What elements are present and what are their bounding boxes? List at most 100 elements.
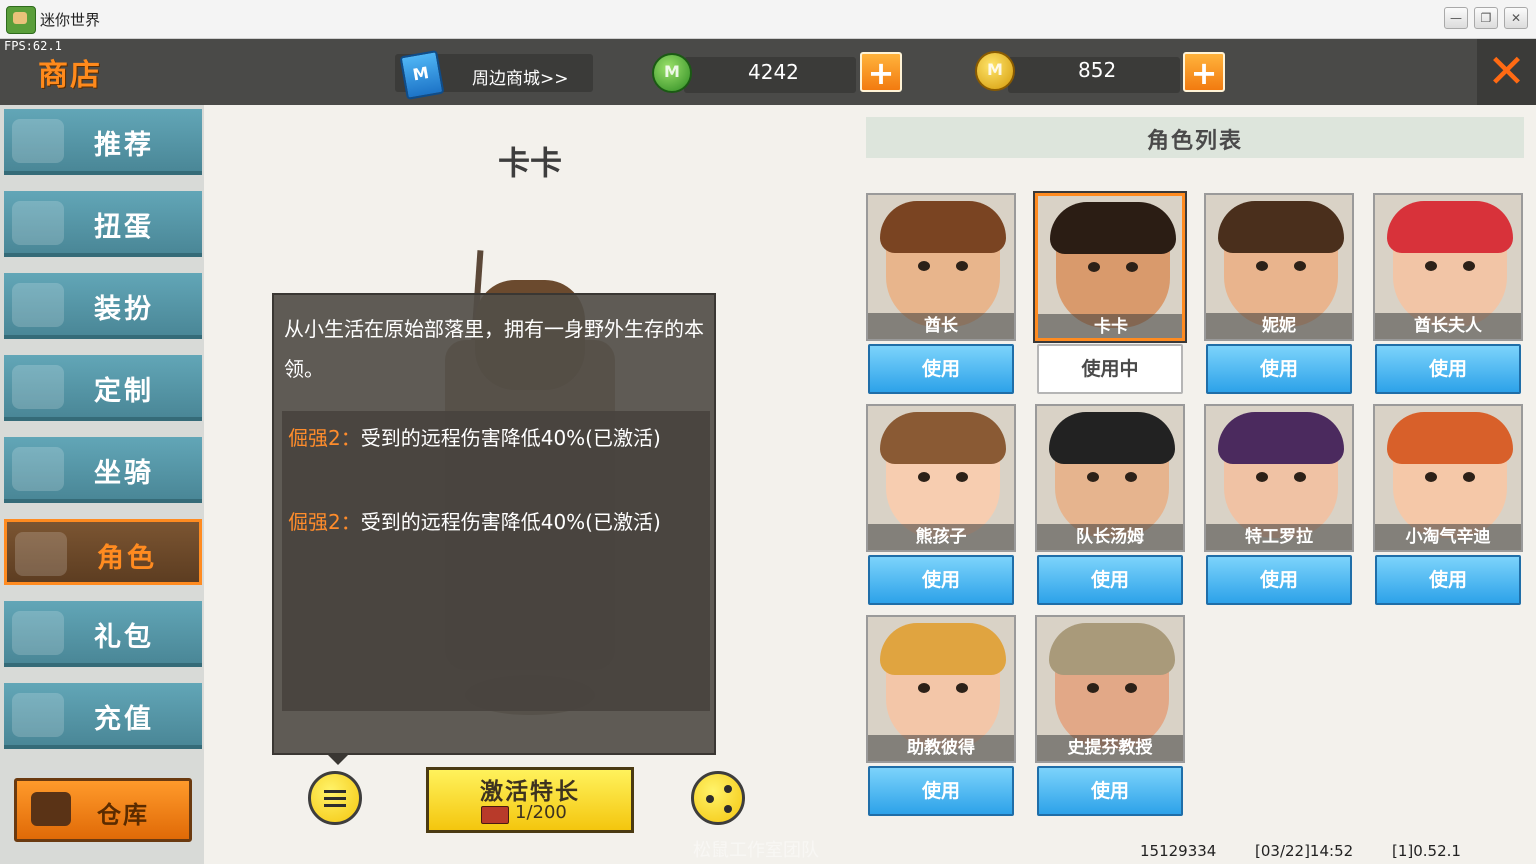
use-button[interactable]: 使用 <box>1037 555 1183 605</box>
sidebar-item-character[interactable]: 角色 <box>4 519 202 585</box>
role-name: 助教彼得 <box>868 735 1014 761</box>
role-card[interactable]: 酋长 使用 <box>866 193 1016 404</box>
role-name: 妮妮 <box>1206 313 1352 339</box>
role-name: 卡卡 <box>1038 314 1182 338</box>
role-portrait[interactable]: 熊孩子 <box>866 404 1016 552</box>
activate-specialty-button[interactable]: 激活特长 1/200 <box>426 767 634 833</box>
mount-icon <box>12 447 64 491</box>
portrait-eye <box>918 261 930 271</box>
shirt-icon <box>12 283 64 327</box>
maximize-button[interactable]: ❐ <box>1474 7 1498 29</box>
mini-coin-icon <box>975 51 1015 91</box>
sidebar-item-mount[interactable]: 坐骑 <box>4 437 202 503</box>
minimize-button[interactable]: — <box>1444 7 1468 29</box>
use-button[interactable]: 使用 <box>868 555 1014 605</box>
sidebar-item-label: 装扮 <box>94 294 154 325</box>
skill-item: 倔强2：受到的远程伤害降低40%(已激活) <box>288 501 698 543</box>
character-name: 卡卡 <box>497 144 562 182</box>
portrait-eye <box>1294 261 1306 271</box>
role-card[interactable]: 特工罗拉 使用 <box>1204 404 1354 615</box>
role-portrait[interactable]: 队长汤姆 <box>1035 404 1185 552</box>
role-card[interactable]: 史提芬教授 使用 <box>1035 615 1185 826</box>
portrait-hair <box>1050 202 1176 254</box>
role-portrait[interactable]: 妮妮 <box>1204 193 1354 341</box>
role-name: 队长汤姆 <box>1037 524 1183 550</box>
sidebar-item-recharge[interactable]: 充值 <box>4 683 202 749</box>
role-card[interactable]: 熊孩子 使用 <box>866 404 1016 615</box>
shop-close-button[interactable]: ✕ <box>1477 39 1536 105</box>
role-portrait[interactable]: 特工罗拉 <box>1204 404 1354 552</box>
role-name: 小淘气辛迪 <box>1375 524 1521 550</box>
version-label: [1]0.52.1 <box>1392 842 1461 860</box>
role-portrait[interactable]: 助教彼得 <box>866 615 1016 763</box>
portrait-hair <box>1387 201 1513 253</box>
skill-tag: 倔强2： <box>288 510 361 534</box>
list-icon <box>324 790 346 793</box>
sidebar-item-label: 礼包 <box>94 622 154 653</box>
role-name: 特工罗拉 <box>1206 524 1352 550</box>
use-button[interactable]: 使用 <box>1037 766 1183 816</box>
use-button[interactable]: 使用 <box>1375 344 1521 394</box>
portrait-eye <box>1126 262 1138 272</box>
warehouse-button[interactable]: 仓库 <box>14 778 192 842</box>
portrait-hair <box>880 623 1006 675</box>
use-button[interactable]: 使用 <box>868 766 1014 816</box>
server-time: [03/22]14:52 <box>1255 842 1354 860</box>
portrait-eye <box>1087 683 1099 693</box>
window-title: 迷你世界 <box>40 11 101 29</box>
skill-tag: 倔强2： <box>288 426 361 450</box>
portrait-eye <box>1256 261 1268 271</box>
sidebar-item-recommend[interactable]: 推荐 <box>4 109 202 175</box>
portrait-eye <box>1256 472 1268 482</box>
warehouse-label: 仓库 <box>97 801 149 829</box>
use-button[interactable]: 使用 <box>1206 555 1352 605</box>
portrait-eye <box>956 683 968 693</box>
watermark-text: 松鼠工作室团队 <box>693 840 819 861</box>
portrait-eye <box>1463 472 1475 482</box>
sidebar-item-gift[interactable]: 礼包 <box>4 601 202 667</box>
role-card[interactable]: 小淘气辛迪 使用 <box>1373 404 1523 615</box>
role-name: 酋长 <box>868 313 1014 339</box>
sidebar-item-label: 坐骑 <box>94 458 154 489</box>
add-m-currency-button[interactable]: + <box>860 52 902 92</box>
add-coin-button[interactable]: + <box>1183 52 1225 92</box>
pencil-icon <box>12 365 64 409</box>
role-portrait[interactable]: 史提芬教授 <box>1035 615 1185 763</box>
role-card[interactable]: 酋长夫人 使用 <box>1373 193 1523 404</box>
role-card[interactable]: 队长汤姆 使用 <box>1035 404 1185 615</box>
sidebar-item-label: 角色 <box>97 543 157 574</box>
use-button[interactable]: 使用 <box>868 344 1014 394</box>
shop-sidebar: 推荐 扭蛋 装扮 定制 坐骑 角色 礼包 充值 <box>0 105 204 864</box>
shop-title: 商店 <box>38 58 102 93</box>
use-button[interactable]: 使用 <box>1206 344 1352 394</box>
portrait-hair <box>880 412 1006 464</box>
character-icon <box>15 532 67 576</box>
coins-icon <box>12 693 64 737</box>
portrait-eye <box>956 472 968 482</box>
use-button[interactable]: 使用 <box>1375 555 1521 605</box>
role-list-header: 角色列表 <box>866 117 1524 158</box>
details-list-button[interactable] <box>308 771 362 825</box>
sidebar-item-dressup[interactable]: 装扮 <box>4 273 202 339</box>
window-close-button[interactable]: ✕ <box>1504 7 1528 29</box>
sidebar-item-custom[interactable]: 定制 <box>4 355 202 421</box>
character-description: 从小生活在原始部落里，拥有一身野外生存的本领。 <box>284 317 704 381</box>
share-button[interactable] <box>691 771 745 825</box>
role-portrait[interactable]: 小淘气辛迪 <box>1373 404 1523 552</box>
shopping-bag-icon[interactable] <box>399 50 445 100</box>
window-titlebar: 迷你世界 — ❐ ✕ <box>0 0 1536 39</box>
role-portrait[interactable]: 酋长 <box>866 193 1016 341</box>
role-portrait[interactable]: 卡卡 <box>1035 193 1185 341</box>
skill-item: 倔强2：受到的远程伤害降低40%(已激活) <box>288 417 698 459</box>
app-logo-icon <box>6 6 36 34</box>
in-use-button[interactable]: 使用中 <box>1037 344 1183 394</box>
role-card[interactable]: 卡卡 使用中 <box>1035 193 1185 404</box>
sidebar-item-capsule[interactable]: 扭蛋 <box>4 191 202 257</box>
mini-bean-icon <box>652 53 692 93</box>
role-portrait[interactable]: 酋长夫人 <box>1373 193 1523 341</box>
portrait-hair <box>1049 412 1175 464</box>
role-card[interactable]: 助教彼得 使用 <box>866 615 1016 826</box>
peripheral-shop-label[interactable]: 周边商城>> <box>472 64 569 89</box>
role-name: 熊孩子 <box>868 524 1014 550</box>
role-card[interactable]: 妮妮 使用 <box>1204 193 1354 404</box>
